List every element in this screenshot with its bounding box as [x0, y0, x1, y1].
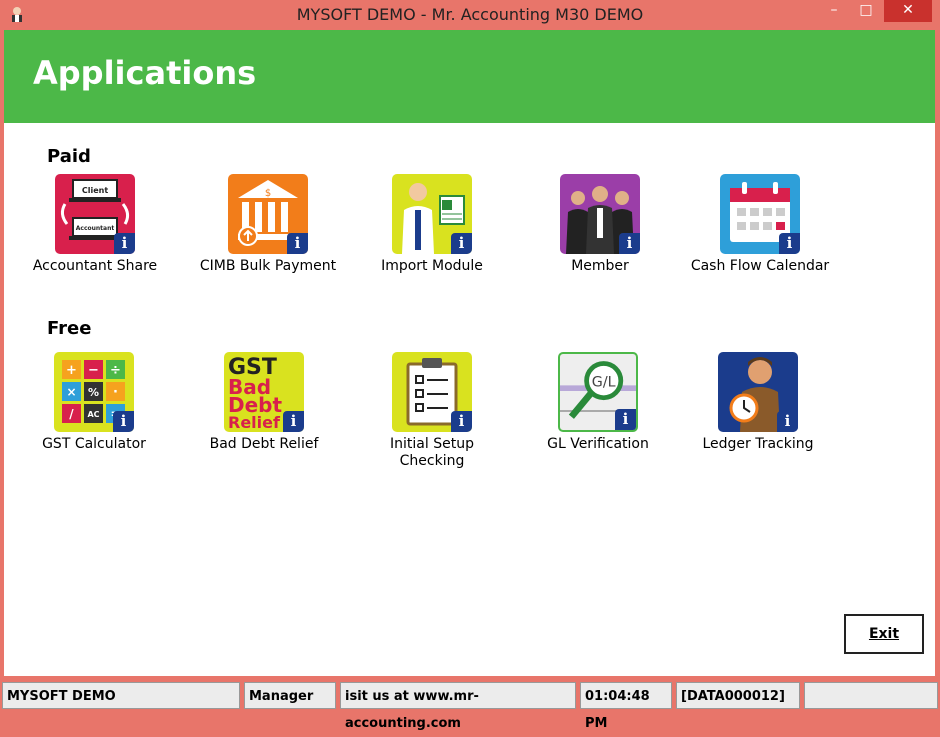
- calculator-key-multiply: ×: [66, 385, 76, 399]
- app-label: Initial Setup Checking: [390, 436, 474, 469]
- app-initial-setup-checking[interactable]: i Initial Setup Checking: [362, 352, 502, 470]
- calculator-key-percent: %: [88, 386, 99, 399]
- app-bad-debt-relief[interactable]: GST Bad Debt Relief i Bad Debt Relief: [194, 352, 334, 453]
- section-title-paid: Paid: [47, 146, 91, 167]
- app-label: Import Module: [381, 258, 483, 274]
- calculator-key-plus: +: [66, 363, 77, 378]
- calculator-key-ac: AC: [87, 410, 99, 419]
- info-icon[interactable]: i: [619, 233, 640, 254]
- app-label: GL Verification: [547, 436, 649, 452]
- app-cimb-bulk-payment[interactable]: $ i CIMB Bulk Payment: [198, 174, 338, 275]
- minimize-button[interactable]: –: [820, 0, 848, 22]
- icon-text-dollar: $: [265, 188, 271, 199]
- info-icon[interactable]: i: [113, 411, 134, 432]
- app-label: Ledger Tracking: [702, 436, 814, 452]
- app-label: Cash Flow Calendar: [690, 258, 830, 274]
- info-icon[interactable]: i: [287, 233, 308, 254]
- title-bar: MYSOFT DEMO - Mr. Accounting M30 DEMO – …: [0, 0, 940, 30]
- member-icon: i: [560, 174, 640, 254]
- maximize-button[interactable]: □: [852, 0, 880, 22]
- app-label: GST Calculator: [42, 436, 146, 452]
- app-label: Member: [571, 258, 629, 274]
- close-button[interactable]: ✕: [884, 0, 932, 22]
- info-icon[interactable]: i: [615, 409, 636, 430]
- exit-button[interactable]: Exit: [844, 614, 924, 654]
- icon-text-relief: Relief: [228, 413, 281, 432]
- calculator-icon: + − ÷ × % · / AC = i: [54, 352, 134, 432]
- icon-text-gl: G/L: [592, 374, 616, 390]
- bad-debt-icon: GST Bad Debt Relief i: [224, 352, 304, 432]
- main-window: Applications Paid Client Accountant i Ac…: [4, 30, 935, 676]
- icon-text-client: Client: [82, 186, 108, 195]
- applications-header: Applications: [4, 30, 935, 123]
- calculator-key-slash: /: [69, 407, 74, 421]
- status-company: MYSOFT DEMO: [2, 682, 240, 709]
- status-user: Manager: [244, 682, 336, 709]
- info-icon[interactable]: i: [451, 233, 472, 254]
- status-website: isit us at www.mr-accounting.com: [340, 682, 576, 731]
- info-icon[interactable]: i: [779, 233, 800, 254]
- info-icon[interactable]: i: [283, 411, 304, 432]
- section-title-free: Free: [47, 318, 92, 339]
- magnifier-icon: G/L i: [558, 352, 638, 432]
- window-title: MYSOFT DEMO - Mr. Accounting M30 DEMO: [296, 5, 644, 24]
- status-bar: MYSOFT DEMO Manager isit us at www.mr-ac…: [0, 680, 940, 731]
- checklist-icon: i: [392, 352, 472, 432]
- info-icon[interactable]: i: [777, 411, 798, 432]
- calculator-key-dot: ·: [113, 385, 118, 400]
- calculator-key-minus: −: [88, 363, 99, 378]
- status-empty-cell: [804, 682, 938, 709]
- app-label: Accountant Share: [32, 258, 158, 274]
- app-member[interactable]: i Member: [530, 174, 670, 275]
- calendar-icon: i: [720, 174, 800, 254]
- app-gst-calculator[interactable]: + − ÷ × % · / AC = i GST Calculator: [24, 352, 164, 453]
- app-accountant-share[interactable]: Client Accountant i Accountant Share: [25, 174, 165, 275]
- icon-text-accountant: Accountant: [76, 225, 115, 232]
- calculator-key-divide: ÷: [110, 363, 121, 378]
- page-title: Applications: [33, 54, 257, 92]
- app-label: Bad Debt Relief: [209, 436, 319, 452]
- import-icon: i: [392, 174, 472, 254]
- app-import-module[interactable]: i Import Module: [362, 174, 502, 275]
- status-database: [DATA000012]: [676, 682, 800, 709]
- app-label: CIMB Bulk Payment: [199, 258, 337, 274]
- accountant-share-icon: Client Accountant i: [55, 174, 135, 254]
- status-time: 01:04:48 PM: [580, 682, 672, 731]
- info-icon[interactable]: i: [451, 411, 472, 432]
- app-ledger-tracking[interactable]: i Ledger Tracking: [688, 352, 828, 453]
- tracking-icon: i: [718, 352, 798, 432]
- app-cash-flow-calendar[interactable]: i Cash Flow Calendar: [690, 174, 830, 275]
- bank-icon: $ i: [228, 174, 308, 254]
- info-icon[interactable]: i: [114, 233, 135, 254]
- app-gl-verification[interactable]: G/L i GL Verification: [528, 352, 668, 453]
